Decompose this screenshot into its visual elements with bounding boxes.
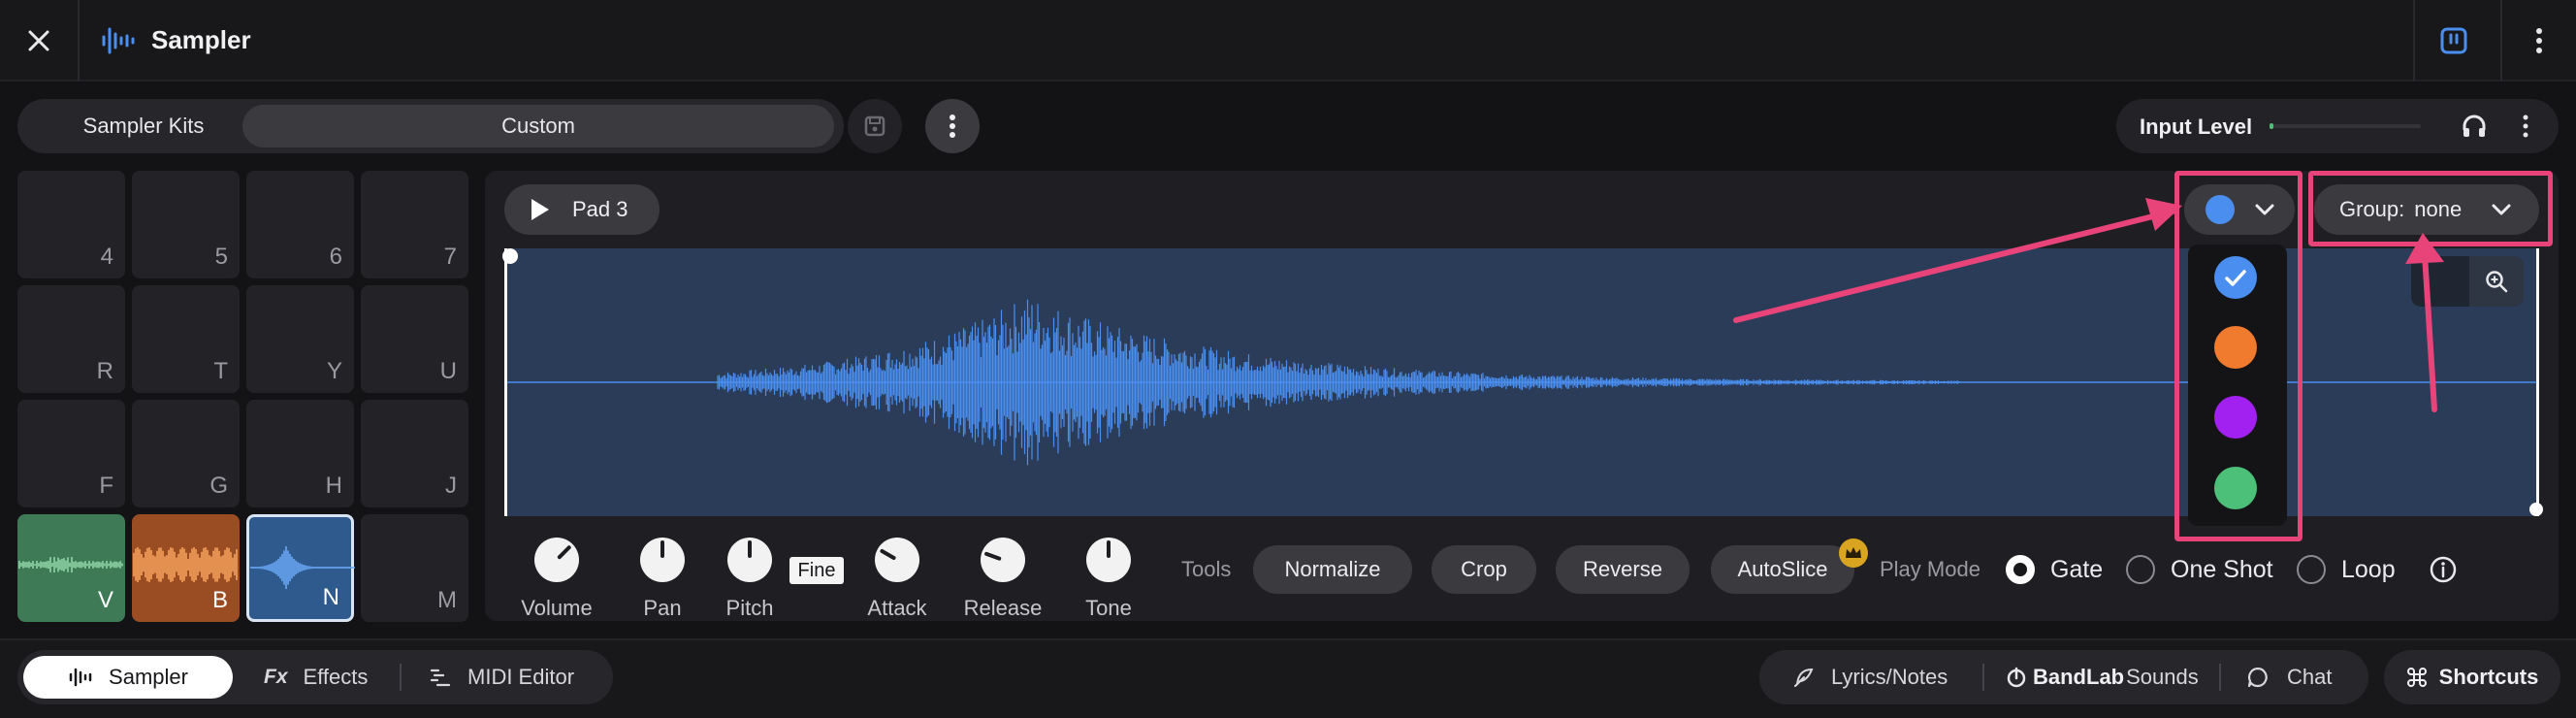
bandlab-logo-icon xyxy=(2007,667,2026,688)
tab-sampler-label: Sampler xyxy=(109,665,188,689)
divider xyxy=(400,664,402,691)
tab-sampler[interactable]: Sampler xyxy=(23,656,233,699)
lyrics-notes-button[interactable]: Lyrics/Notes xyxy=(1792,656,1948,699)
annotation-arrows xyxy=(1733,198,2444,412)
shortcuts-button[interactable]: Shortcuts xyxy=(2384,650,2560,704)
midi-icon xyxy=(430,669,451,687)
bottom-bar: Sampler Fx Effects MIDI Editor Lyrics/No… xyxy=(0,638,2576,718)
chat-icon xyxy=(2247,667,2268,688)
chat-label: Chat xyxy=(2287,665,2333,689)
divider xyxy=(1982,664,1984,691)
tab-effects[interactable]: Fx Effects xyxy=(264,656,368,699)
feather-icon xyxy=(1794,668,1814,687)
command-icon xyxy=(2406,668,2427,687)
lyrics-notes-label: Lyrics/Notes xyxy=(1831,665,1948,689)
tab-midi-editor[interactable]: MIDI Editor xyxy=(429,656,574,699)
tab-midi-editor-label: MIDI Editor xyxy=(467,665,575,689)
fx-icon: Fx xyxy=(264,666,288,688)
shortcuts-label: Shortcuts xyxy=(2438,665,2539,689)
view-tabs: Sampler Fx Effects MIDI Editor xyxy=(17,650,613,704)
divider xyxy=(2219,664,2221,691)
waveform-icon xyxy=(69,668,92,687)
chat-button[interactable]: Chat xyxy=(2246,656,2332,699)
utility-group: Lyrics/Notes BandLab Sounds Chat xyxy=(1759,650,2368,704)
bandlab-sounds-button[interactable]: BandLab Sounds xyxy=(2006,656,2199,699)
sounds-label: Sounds xyxy=(2126,665,2199,689)
tab-effects-label: Effects xyxy=(303,665,369,689)
bandlab-brand: BandLab xyxy=(2033,665,2125,689)
